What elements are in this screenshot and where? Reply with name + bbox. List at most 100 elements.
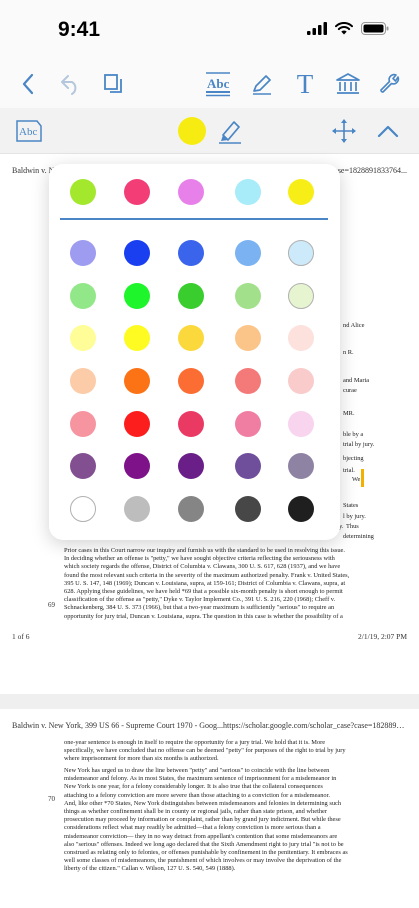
- page-paragraph: New York has urged us to draw the line b…: [64, 767, 364, 874]
- highlighter-button[interactable]: [212, 113, 248, 149]
- text-fragment: ble by a: [343, 431, 364, 438]
- text-line: one-year sentence is enough in itself to…: [64, 739, 326, 746]
- text-style-button[interactable]: Abc: [10, 113, 46, 149]
- color-swatch[interactable]: [288, 283, 314, 309]
- text-line: Schnackenberg, 384 U. S. 373 (1966), but…: [64, 604, 335, 612]
- color-swatch[interactable]: [288, 240, 314, 266]
- undo-icon: [61, 75, 77, 95]
- move-button[interactable]: [326, 113, 362, 149]
- pdf-page-2: Baldwin v. New York, 399 US 66 - Supreme…: [0, 709, 419, 908]
- text-tool-button[interactable]: T: [287, 66, 323, 102]
- recent-color-swatch[interactable]: [288, 179, 314, 205]
- status-bar: 9:41: [0, 0, 419, 60]
- text-fragment: trial by jury.: [343, 441, 375, 448]
- color-swatch[interactable]: [235, 283, 261, 309]
- recent-color-swatch[interactable]: [235, 179, 261, 205]
- move-arrows-icon: [332, 119, 356, 143]
- text-line: prosecution may proceed by information o…: [64, 816, 341, 824]
- text-line: And, like other *70 States, New York dis…: [64, 799, 342, 807]
- text-box-icon: Abc: [16, 120, 42, 142]
- page-header-left: Baldwin v. N: [12, 166, 55, 175]
- color-swatch[interactable]: [70, 453, 96, 479]
- annotation-toolbar: Abc: [0, 108, 419, 154]
- status-time: 9:41: [58, 18, 101, 41]
- color-swatch[interactable]: [288, 453, 314, 479]
- recent-color-swatch[interactable]: [70, 179, 96, 205]
- text-line: classification of the offense as "petty,…: [64, 596, 336, 604]
- color-swatch[interactable]: [124, 368, 150, 394]
- color-swatch[interactable]: [288, 325, 314, 351]
- color-swatch[interactable]: [178, 411, 204, 437]
- pen-button[interactable]: [244, 66, 280, 102]
- color-swatch[interactable]: [70, 283, 96, 309]
- color-swatch[interactable]: [288, 368, 314, 394]
- back-button[interactable]: [10, 66, 46, 102]
- text-line: considerations reflect what may readily …: [64, 824, 321, 832]
- tools-button[interactable]: [372, 66, 408, 102]
- color-swatch[interactable]: [124, 453, 150, 479]
- color-swatch[interactable]: [124, 240, 150, 266]
- text-fragment: Thus: [346, 523, 359, 530]
- text-fragment: nd Alice: [343, 322, 365, 329]
- color-swatch[interactable]: [70, 325, 96, 351]
- selected-color-swatch: [178, 117, 206, 145]
- page-paragraph: Prior cases in this Court narrow our inq…: [64, 547, 364, 621]
- color-swatch[interactable]: [70, 368, 96, 394]
- pen-icon: [253, 75, 271, 95]
- text-fragment: States: [343, 502, 359, 509]
- pages-button[interactable]: [96, 66, 132, 102]
- color-swatch[interactable]: [70, 240, 96, 266]
- page-footer-left: 1 of 6: [12, 632, 30, 641]
- color-swatch[interactable]: [178, 368, 204, 394]
- collapse-button[interactable]: [370, 113, 406, 149]
- selected-color-button[interactable]: [174, 113, 210, 149]
- stamp-button[interactable]: [330, 66, 366, 102]
- text-line: attaching to a felony conviction are mor…: [64, 791, 331, 799]
- recent-color-swatch[interactable]: [124, 179, 150, 205]
- color-swatch[interactable]: [124, 496, 150, 522]
- text-fragment: trial.: [343, 467, 355, 474]
- recent-color-swatch[interactable]: [178, 179, 204, 205]
- color-swatch[interactable]: [70, 496, 96, 522]
- color-swatch[interactable]: [70, 411, 96, 437]
- color-swatch[interactable]: [288, 411, 314, 437]
- text-fragment: We: [352, 476, 361, 483]
- text-line: 628. Applying these guidelines, we have …: [64, 588, 343, 596]
- color-swatch[interactable]: [235, 496, 261, 522]
- text-line: where imprisonment for more than six mon…: [64, 755, 219, 763]
- color-swatch[interactable]: [178, 453, 204, 479]
- text-line: New York has urged us to draw the line b…: [64, 767, 330, 774]
- text-line: New York is one year, for a felony consi…: [64, 783, 323, 791]
- text-fragment: n R.: [343, 349, 354, 356]
- text-line: 395 U. S. 147, 148 (1969); Duncan v. Lou…: [64, 579, 346, 587]
- undo-button[interactable]: [52, 66, 88, 102]
- color-swatch[interactable]: [235, 411, 261, 437]
- color-swatch[interactable]: [124, 325, 150, 351]
- text-fragment: l by jury.: [343, 513, 366, 520]
- text-markup-button[interactable]: Abc: [200, 66, 236, 102]
- status-icons: [307, 22, 389, 35]
- color-swatch[interactable]: [235, 240, 261, 266]
- text-line: found the most relevant such criteria in…: [64, 571, 350, 579]
- bank-icon: [336, 73, 360, 94]
- color-swatch[interactable]: [235, 325, 261, 351]
- highlight-mark: [361, 469, 364, 487]
- color-swatch[interactable]: [178, 325, 204, 351]
- color-picker-popover: [49, 164, 340, 540]
- svg-text:Abc: Abc: [19, 126, 37, 138]
- color-swatch[interactable]: [178, 283, 204, 309]
- text-line: misdemeanor conviction— they in no way d…: [64, 832, 338, 840]
- color-swatch[interactable]: [235, 368, 261, 394]
- color-swatch[interactable]: [124, 283, 150, 309]
- text-line: liberty of the citizen." Callan v. Wilso…: [64, 865, 236, 873]
- color-swatch[interactable]: [235, 453, 261, 479]
- page-footer-right: 2/1/19, 2:07 PM: [358, 632, 407, 641]
- text-line: also "serious" offenses. Indeed we long …: [64, 840, 344, 848]
- text-fragment: curae: [343, 387, 357, 394]
- color-swatch[interactable]: [178, 496, 204, 522]
- text-tool-label: T: [296, 68, 314, 99]
- color-swatch[interactable]: [288, 496, 314, 522]
- color-swatch[interactable]: [124, 411, 150, 437]
- color-swatch[interactable]: [178, 240, 204, 266]
- page-number-marker: 70: [48, 795, 55, 803]
